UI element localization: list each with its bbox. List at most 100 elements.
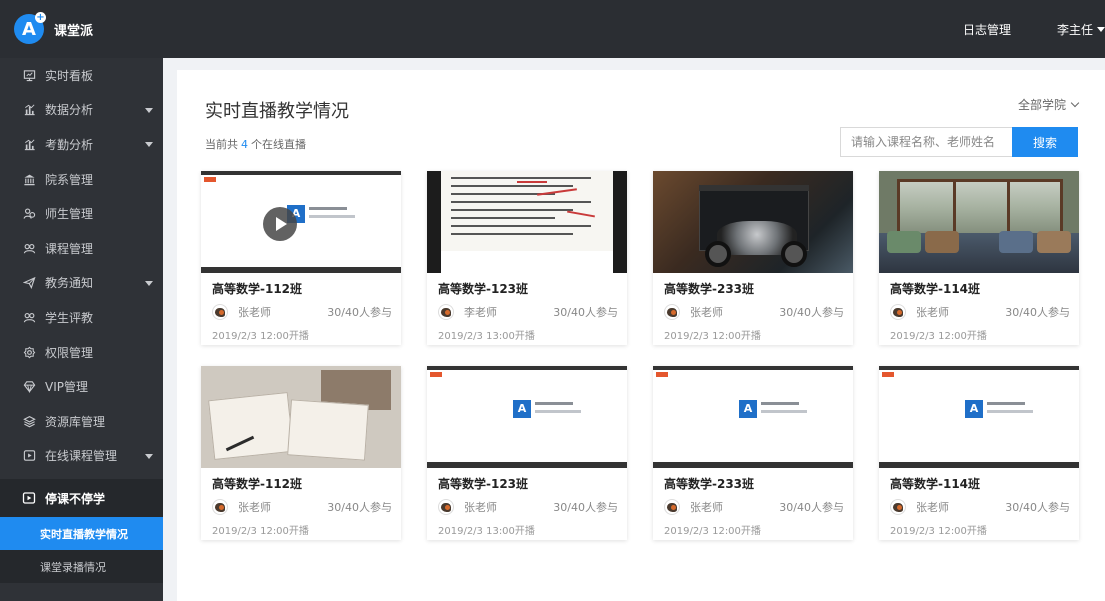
sidebar-item-11[interactable]: 在线课程管理: [0, 439, 163, 474]
count-prefix: 当前共: [205, 138, 238, 151]
participant-count: 30/40人参与: [779, 306, 844, 319]
card-title: 高等数学-112班: [212, 282, 303, 296]
logo[interactable]: A + 课堂派: [0, 0, 163, 58]
live-class-card[interactable]: 高等数学-112班 张老师 30/40人参与 2019/2/3 12:00开播: [201, 366, 401, 540]
live-thumbnail[interactable]: A: [201, 171, 401, 273]
participant-count: 30/40人参与: [1005, 306, 1070, 319]
sidebar-item-label: 资源库管理: [45, 414, 106, 429]
teacher-name: 张老师: [690, 306, 723, 319]
sidebar-subitem-live[interactable]: 实时直播教学情况: [0, 517, 163, 551]
sidebar-item-3[interactable]: 院系管理: [0, 162, 163, 197]
live-class-card[interactable]: 高等数学-233班 张老师 30/40人参与 2019/2/3 12:00开播: [653, 171, 853, 345]
teacher-row: 张老师 30/40人参与: [890, 498, 1070, 516]
count-value: 4: [241, 138, 248, 151]
sidebar-subitem-label: 实时直播教学情况: [40, 527, 128, 541]
start-time: 2019/2/3 12:00开播: [212, 526, 309, 537]
caret-down-icon: [145, 453, 153, 459]
start-time: 2019/2/3 12:00开播: [212, 331, 309, 342]
live-thumbnail[interactable]: [427, 171, 627, 273]
sidebar-item-2[interactable]: 考勤分析: [0, 127, 163, 162]
page-title: 实时直播教学情况: [205, 101, 349, 122]
sidebar-item-label: 教务通知: [45, 276, 94, 291]
avatar: [212, 304, 228, 320]
sidebar-item-label: 数据分析: [45, 103, 94, 118]
caret-down-icon: [1097, 26, 1105, 32]
sidebar-item-label: 实时看板: [45, 68, 94, 83]
logo-icon: A +: [14, 12, 46, 44]
live-thumbnail[interactable]: A: [427, 366, 627, 468]
main-panel: 实时直播教学情况 全部学院 当前共4个在线直播 搜索 A高等数学-112班张老师…: [177, 70, 1105, 601]
teacher-name: 张老师: [916, 501, 949, 514]
monitor-icon: [22, 68, 36, 82]
live-thumbnail[interactable]: A: [879, 366, 1079, 468]
sidebar-item-1[interactable]: 数据分析: [0, 93, 163, 128]
gear-icon: [22, 345, 36, 359]
sidebar-item-7[interactable]: 学生评教: [0, 300, 163, 335]
bar-chart-icon: [22, 137, 36, 151]
teacher-name: 李老师: [464, 306, 497, 319]
avatar: [664, 499, 680, 515]
chevron-down-icon: [1070, 98, 1080, 108]
sidebar-item-8[interactable]: 权限管理: [0, 335, 163, 370]
start-time: 2019/2/3 12:00开播: [890, 331, 987, 342]
caret-down-icon: [145, 280, 153, 286]
live-thumbnail[interactable]: [653, 171, 853, 273]
live-class-card[interactable]: A 高等数学-114班 张老师 30/40人参与 2019/2/3 12:00开播: [879, 366, 1079, 540]
live-thumbnail[interactable]: A: [653, 366, 853, 468]
avatar: [438, 499, 454, 515]
card-title: 高等数学-112班: [212, 477, 303, 491]
live-class-card[interactable]: 高等数学-114班 张老师 30/40人参与 2019/2/3 12:00开播: [879, 171, 1079, 345]
start-time: 2019/2/3 12:00开播: [664, 331, 761, 342]
live-class-card[interactable]: A 高等数学-233班 张老师 30/40人参与 2019/2/3 12:00开播: [653, 366, 853, 540]
start-time: 2019/2/3 13:00开播: [438, 526, 535, 537]
card-title: 高等数学-233班: [664, 477, 755, 491]
college-select[interactable]: 全部学院: [1017, 96, 1080, 113]
count-suffix: 个在线直播: [251, 138, 306, 151]
participant-count: 30/40人参与: [327, 501, 392, 514]
sidebar-item-0[interactable]: 实时看板: [0, 58, 163, 93]
send-icon: [22, 276, 36, 290]
live-thumbnail[interactable]: [879, 171, 1079, 273]
teacher-row: 张老师 30/40人参与: [212, 303, 392, 321]
card-title: 高等数学-123班: [438, 477, 529, 491]
live-thumbnail[interactable]: [201, 366, 401, 468]
sidebar-item-9[interactable]: VIP管理: [0, 369, 163, 404]
sidebar-item-10[interactable]: 资源库管理: [0, 404, 163, 439]
start-time: 2019/2/3 12:00开播: [890, 526, 987, 537]
college-select-value: 全部学院: [1017, 98, 1066, 112]
sidebar-subitem-recorded[interactable]: 课堂录播情况: [0, 550, 163, 584]
sidebar-item-label: 权限管理: [45, 345, 94, 360]
live-count: 当前共 4 个在线直播: [205, 136, 306, 152]
sidebar-item-label: 在线课程管理: [45, 449, 118, 464]
sidebar-item-5[interactable]: 课程管理: [0, 231, 163, 266]
people-icon: [22, 207, 36, 221]
search-button[interactable]: 搜索: [1012, 127, 1078, 157]
participant-count: 30/40人参与: [1005, 501, 1070, 514]
play-icon[interactable]: [263, 207, 297, 241]
live-class-card[interactable]: A 高等数学-123班 张老师 30/40人参与 2019/2/3 13:00开播: [427, 366, 627, 540]
sidebar-item-6[interactable]: 教务通知: [0, 266, 163, 301]
app-name: 课堂派: [54, 23, 94, 39]
play-box-icon: [22, 491, 36, 505]
live-class-card[interactable]: A 高等数学-112班张老师 30/40人参与 2019/2/3 12:00开播: [201, 171, 401, 345]
caret-down-icon: [145, 142, 153, 148]
log-management-link[interactable]: 日志管理: [963, 21, 1011, 38]
teacher-name: 张老师: [464, 501, 497, 514]
avatar: [212, 499, 228, 515]
layers-icon: [22, 414, 36, 428]
teacher-row: 李老师 30/40人参与: [438, 303, 618, 321]
search-input[interactable]: [840, 127, 1012, 157]
sidebar-group-stop-class[interactable]: 停课不停学: [0, 479, 163, 518]
user-menu[interactable]: 李主任: [1057, 21, 1105, 38]
participant-count: 30/40人参与: [779, 501, 844, 514]
live-class-card[interactable]: 高等数学-123班 李老师 30/40人参与 2019/2/3 13:00开播: [427, 171, 627, 345]
card-title: 高等数学-114班: [890, 282, 981, 296]
teacher-row: 张老师 30/40人参与: [664, 303, 844, 321]
sidebar-item-4[interactable]: 师生管理: [0, 196, 163, 231]
avatar: [890, 499, 906, 515]
sidebar-item-label: 课程管理: [45, 241, 94, 256]
group-icon: [22, 241, 36, 255]
card-title: 高等数学-123班: [438, 282, 529, 296]
sidebar-item-label: VIP管理: [45, 380, 88, 395]
sidebar-item-label: 学生评教: [45, 310, 94, 325]
